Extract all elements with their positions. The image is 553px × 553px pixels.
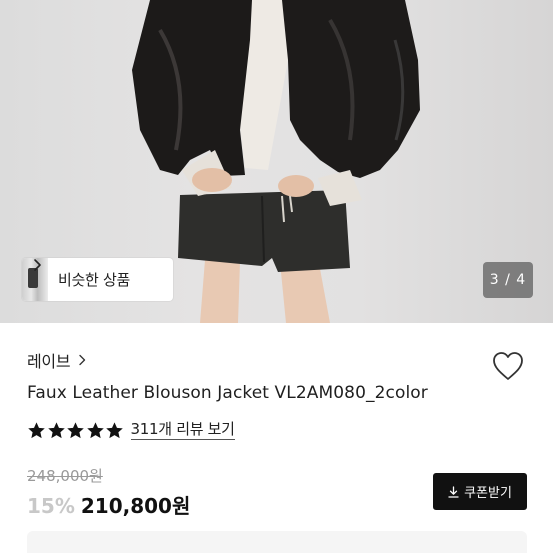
price-row: 15% 210,800원 — [27, 490, 190, 519]
original-price: 248,000원 — [27, 467, 103, 485]
chevron-right-icon — [79, 354, 86, 366]
review-link[interactable]: 311개 리뷰 보기 — [130, 420, 235, 440]
final-price: 210,800원 — [80, 494, 191, 518]
coupon-button[interactable]: 쿠폰받기 — [433, 473, 527, 510]
similar-products-button[interactable]: 비슷한 상품 — [22, 258, 173, 301]
heart-outline-icon[interactable] — [491, 350, 525, 382]
coupon-label: 쿠폰받기 — [464, 486, 512, 501]
similar-products-label: 비슷한 상품 — [58, 271, 130, 289]
brand-name: 레이브 — [27, 352, 71, 371]
download-icon — [448, 485, 459, 498]
rating-row: 311개 리뷰 보기 — [27, 420, 235, 440]
rating-stars — [27, 421, 125, 440]
star-icon — [47, 421, 65, 438]
star-icon — [67, 421, 84, 438]
star-icon — [28, 421, 45, 438]
star-icon — [106, 421, 123, 438]
star-icon — [86, 421, 104, 438]
brand-link[interactable]: 레이브 — [27, 348, 88, 372]
benefit-info-box — [27, 531, 527, 553]
chevron-right-icon — [34, 259, 41, 271]
discount-rate: 15% — [27, 494, 75, 518]
image-page-counter: 3 / 4 — [483, 262, 533, 298]
product-title: Faux Leather Blouson Jacket VL2AM080_2co… — [27, 383, 428, 403]
product-image[interactable]: 비슷한 상품 3 / 4 — [0, 0, 553, 323]
